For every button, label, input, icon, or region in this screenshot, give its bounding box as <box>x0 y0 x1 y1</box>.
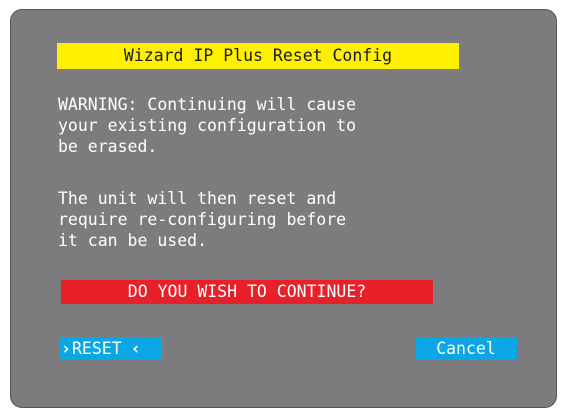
dialog-title: Wizard IP Plus Reset Config <box>57 43 459 69</box>
reset-button-label: RESET <box>72 339 122 358</box>
selection-marker-left-icon: › <box>61 339 71 358</box>
reset-button[interactable]: › RESET ‹ <box>60 337 162 360</box>
warning-message: WARNING: Continuing will cause your exis… <box>58 95 357 156</box>
selection-marker-right-icon: ‹ <box>130 339 141 358</box>
cancel-button[interactable]: Cancel <box>415 337 517 360</box>
cancel-button-label: Cancel <box>436 339 496 358</box>
reset-config-dialog: Wizard IP Plus Reset Config WARNING: Con… <box>10 9 557 408</box>
info-message: The unit will then reset and require re-… <box>58 189 347 250</box>
continue-prompt: DO YOU WISH TO CONTINUE? <box>61 280 433 304</box>
